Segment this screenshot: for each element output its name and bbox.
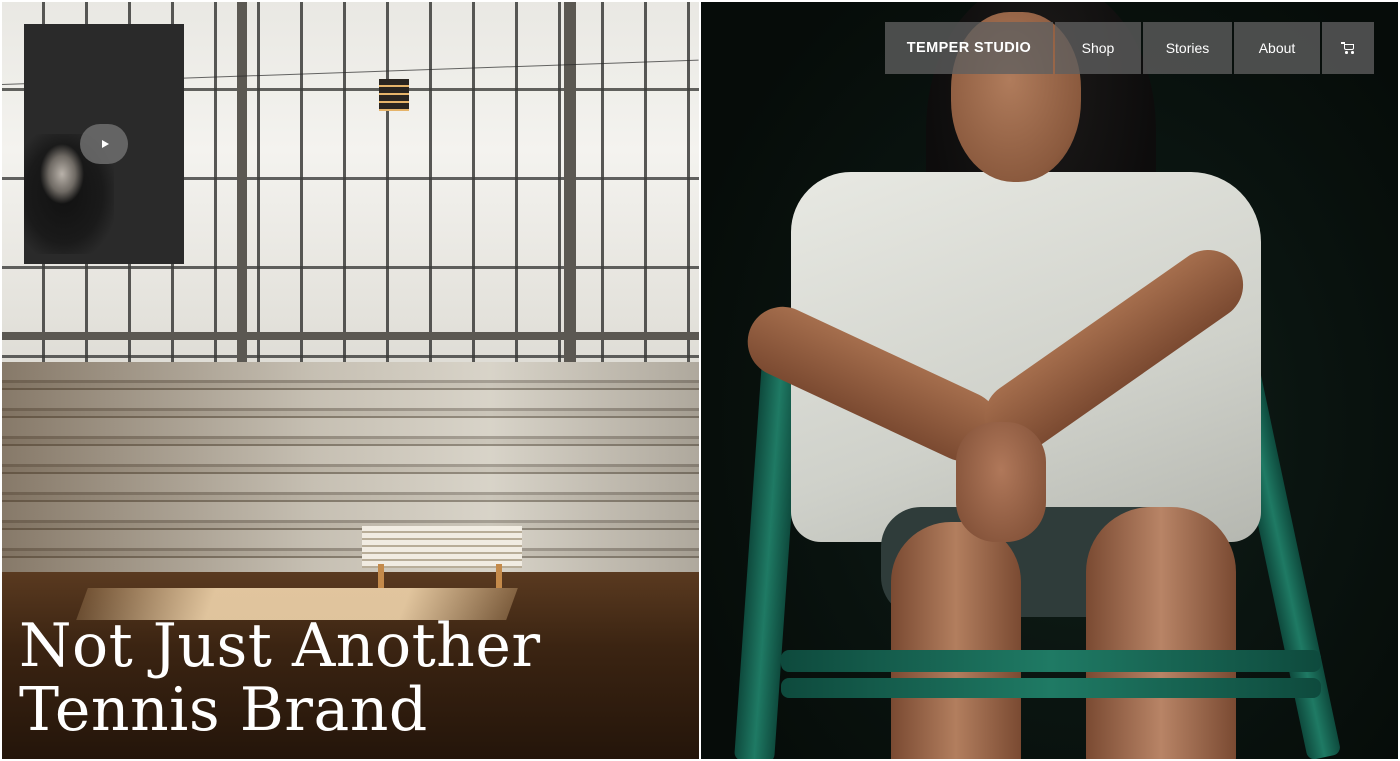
ceiling-lamp (379, 79, 409, 111)
video-thumbnail[interactable] (24, 24, 184, 264)
nav-item-stories[interactable]: Stories (1143, 22, 1232, 74)
hero-image-panel: Not Just Another Tennis Brand (2, 2, 699, 759)
window-pillar (564, 2, 576, 382)
hero-title: Not Just Another Tennis Brand (19, 614, 659, 742)
chair-rung (781, 650, 1321, 672)
hero-title-line-1: Not Just Another (19, 611, 541, 681)
clasped-hands (956, 422, 1046, 542)
portrait-image-panel (701, 2, 1398, 759)
chair-rung (781, 678, 1321, 698)
window-pillar (237, 2, 247, 402)
shopping-cart-icon (1341, 42, 1355, 54)
bleacher-shadow (2, 362, 699, 592)
bench (362, 526, 522, 568)
play-button[interactable] (80, 124, 128, 164)
nav-item-shop[interactable]: Shop (1055, 22, 1141, 74)
brand-logo[interactable]: TEMPER STUDIO (885, 22, 1053, 74)
window-sill (2, 332, 699, 340)
knee-right (1086, 507, 1236, 759)
top-navigation: TEMPER STUDIO Shop Stories About (885, 22, 1374, 74)
nav-item-about[interactable]: About (1234, 22, 1320, 74)
knee-left (891, 522, 1021, 759)
play-icon (101, 140, 109, 148)
cart-button[interactable] (1322, 22, 1374, 74)
bench-legs (378, 564, 502, 588)
hero-title-line-2: Tennis Brand (19, 675, 428, 745)
